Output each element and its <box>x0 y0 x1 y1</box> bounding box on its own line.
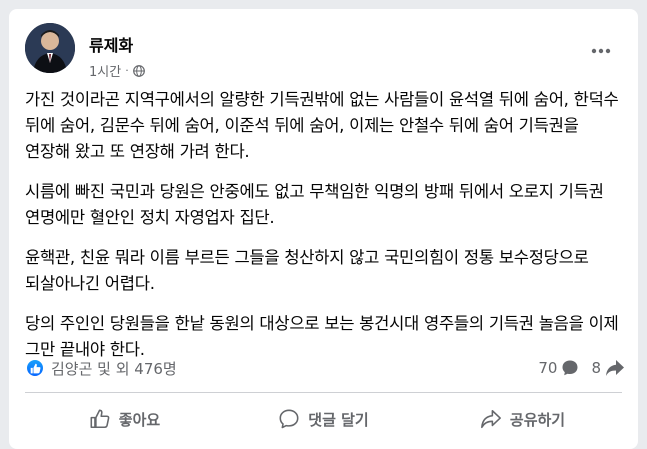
reactions-text: 김양곤 및 외 476명 <box>51 359 177 378</box>
author-name[interactable]: 류제화 <box>89 32 133 56</box>
avatar-image <box>25 23 75 73</box>
comment-icon <box>279 409 299 429</box>
comment-bubble-icon <box>562 360 578 376</box>
post-meta: 1시간 · <box>89 61 145 80</box>
comments-count[interactable]: 70 <box>538 359 579 377</box>
post-header: 류제화 1시간 · <box>25 23 625 83</box>
post-paragraph: 시름에 빠진 국민과 당원은 안중에도 없고 무책임한 익명의 방패 뒤에서 오… <box>25 182 604 227</box>
author-avatar[interactable] <box>25 23 75 73</box>
post-stats: 김양곤 및 외 476명 70 8 <box>25 347 625 389</box>
engagement-counts: 70 8 <box>538 359 625 377</box>
share-label: 공유하기 <box>509 410 566 429</box>
reactions-summary[interactable]: 김양곤 및 외 476명 <box>25 358 177 379</box>
like-reaction-icon <box>25 358 45 378</box>
globe-icon <box>132 64 145 77</box>
more-options-button[interactable] <box>583 33 619 69</box>
more-icon <box>591 48 611 54</box>
share-icon <box>480 409 501 429</box>
like-label: 좋아요 <box>118 410 161 429</box>
post-timestamp[interactable]: 1시간 <box>89 61 121 80</box>
comments-count-value: 70 <box>538 359 558 377</box>
post-body: 가진 것이라곤 지역구에서의 알량한 기득권밖에 없는 사람들이 윤석열 뒤에 … <box>25 87 625 377</box>
post-card: 류제화 1시간 · 가진 것이라곤 지역구에서의 알량한 기득권밖에 없는 사람… <box>9 9 638 449</box>
post-paragraph: 가진 것이라곤 지역구에서의 알량한 기득권밖에 없는 사람들이 윤석열 뒤에 … <box>25 90 619 161</box>
post-actions: 좋아요 댓글 달기 공유하기 <box>25 397 622 441</box>
like-button[interactable]: 좋아요 <box>25 397 224 441</box>
meta-separator: · <box>125 64 129 77</box>
shares-count-value: 8 <box>591 359 601 377</box>
actions-divider <box>25 392 622 393</box>
shares-count[interactable]: 8 <box>591 359 625 377</box>
comment-label: 댓글 달기 <box>308 410 369 429</box>
share-button[interactable]: 공유하기 <box>423 397 622 441</box>
post-paragraph: 윤핵관, 친윤 뭐라 이름 부르든 그들을 청산하지 않고 국민의힘이 정통 보… <box>25 248 589 293</box>
share-arrow-icon <box>606 360 624 376</box>
thumbs-up-icon <box>90 409 110 429</box>
comment-button[interactable]: 댓글 달기 <box>224 397 423 441</box>
